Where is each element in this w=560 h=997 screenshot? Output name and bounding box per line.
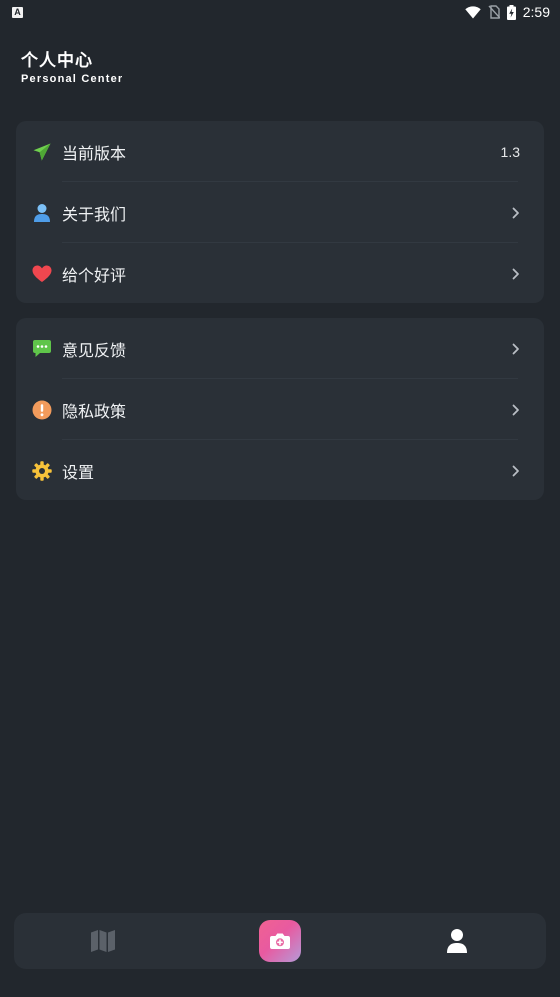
battery-charging-icon [506,4,516,20]
status-bar: A 2:59 [0,0,560,24]
menu-item-rate-us[interactable]: 给个好评 [16,243,544,304]
menu-item-label: 隐私政策 [62,401,127,421]
heart-icon [32,264,52,284]
profile-icon [447,929,468,953]
menu-item-privacy-policy[interactable]: 隐私政策 [16,379,544,440]
menu-item-about-us[interactable]: 关于我们 [16,182,544,243]
wifi-icon [465,5,481,18]
menu-item-label: 意见反馈 [62,340,127,360]
chat-bubble-icon [32,339,52,359]
chevron-right-icon [512,404,519,415]
tab-camera[interactable] [250,913,310,969]
menu-item-label: 当前版本 [62,143,127,163]
tab-profile[interactable] [427,913,487,969]
notification-a-icon: A [12,6,23,18]
menu-item-feedback[interactable]: 意见反馈 [16,318,544,379]
version-value: 1.3 [500,143,520,160]
page-title: 个人中心 [21,51,93,71]
menu-item-settings[interactable]: 设置 [16,440,544,501]
map-icon [90,930,115,952]
camera-button[interactable] [258,920,301,962]
settings-card-2: 意见反馈 隐私政策 设置 [16,318,544,500]
camera-icon [269,933,290,949]
page-header: 个人中心 Personal Center [21,50,123,87]
page-subtitle: Personal Center [21,73,124,85]
exclamation-icon [32,400,52,420]
status-time: 2:59 [522,4,550,20]
menu-item-label: 设置 [62,462,95,482]
gear-icon [32,460,52,481]
menu-item-version[interactable]: 当前版本 1.3 [16,121,544,182]
bottom-tab-bar [14,913,546,969]
tab-map[interactable] [73,913,133,969]
settings-card-1: 当前版本 1.3 关于我们 给个好评 [16,121,544,303]
chevron-right-icon [512,465,519,476]
no-sim-icon [488,5,500,19]
chevron-right-icon [512,343,519,354]
chevron-right-icon [512,268,519,279]
chevron-right-icon [512,207,519,218]
user-icon [32,203,52,223]
paper-plane-icon [32,142,52,162]
menu-item-label: 给个好评 [62,265,127,285]
menu-item-label: 关于我们 [62,204,127,224]
